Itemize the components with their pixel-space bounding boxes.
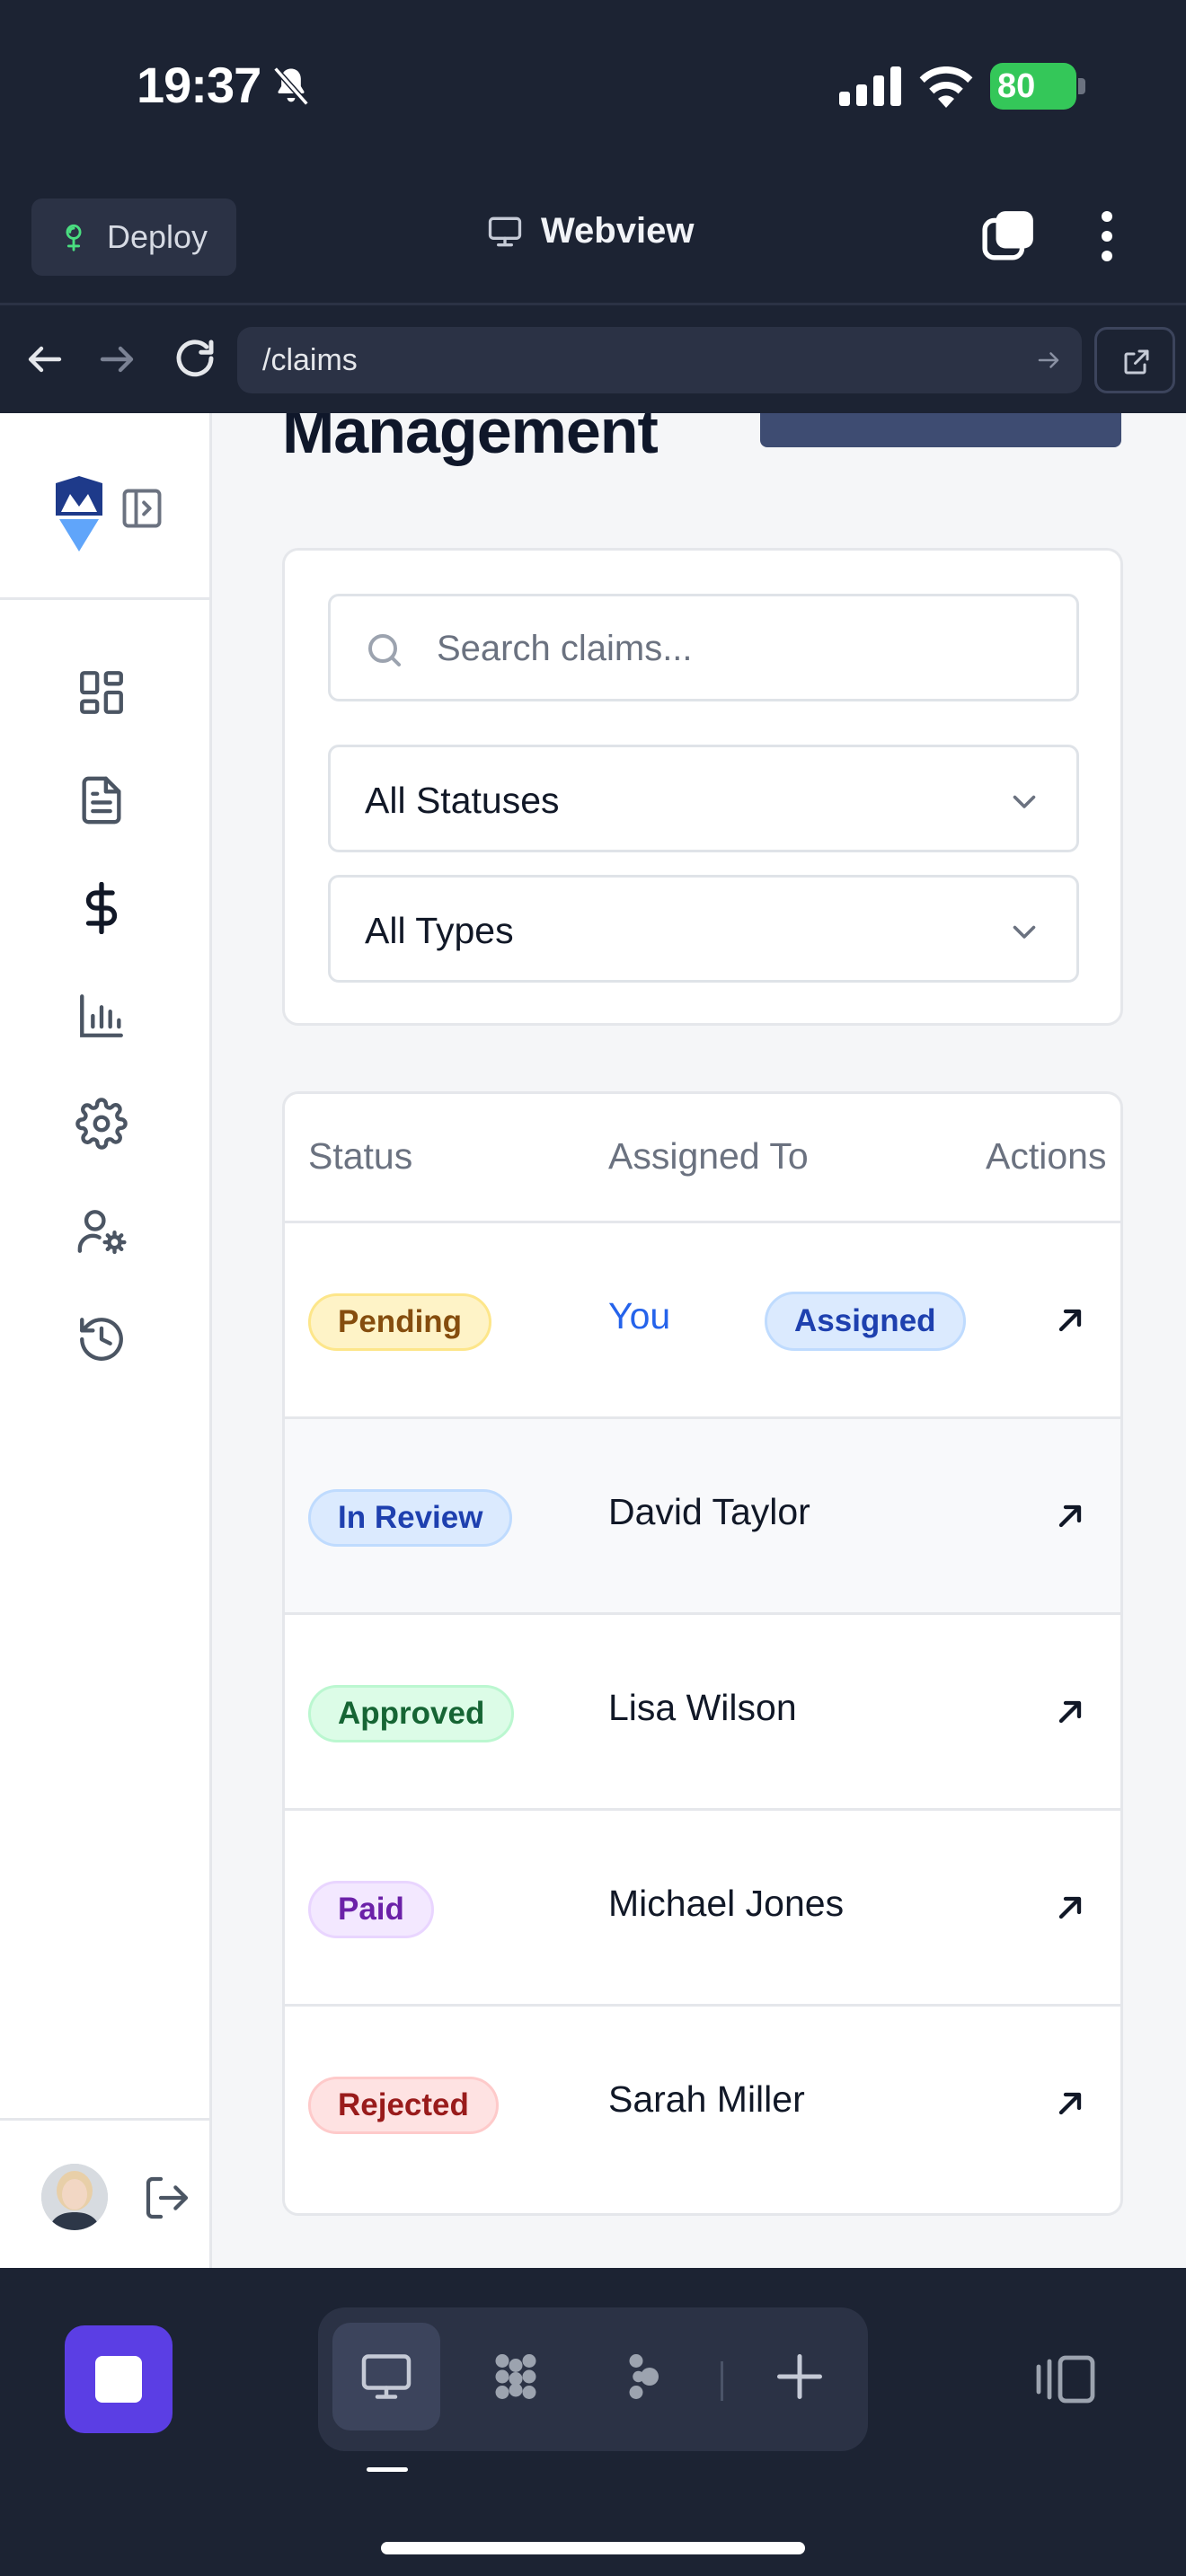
type-filter-value: All Types — [365, 910, 514, 951]
webview-content: Management All Statuses All Types Status — [0, 413, 1186, 2268]
open-arrow-icon[interactable] — [1052, 1890, 1088, 1926]
reload-icon[interactable] — [171, 334, 219, 383]
document-icon[interactable] — [75, 774, 128, 826]
filter-card: All Statuses All Types — [282, 548, 1123, 1026]
status-bar: 19:37 80 — [0, 0, 1186, 175]
chevron-down-icon — [1013, 925, 1036, 939]
assigned-badge: Assigned — [765, 1292, 966, 1351]
stop-icon — [95, 2356, 142, 2403]
table-row[interactable]: Approved Lisa Wilson — [285, 1615, 1120, 1811]
status-badge: Rejected — [308, 2077, 499, 2134]
deploy-icon — [66, 224, 82, 251]
status-time: 19:37 — [137, 57, 261, 113]
battery-cap — [1078, 78, 1085, 94]
user-settings-icon[interactable] — [75, 1205, 128, 1257]
bell-slash-icon — [273, 66, 309, 106]
page-title: Management — [282, 413, 659, 466]
status-badge: In Review — [308, 1489, 513, 1547]
assignee-name: Michael Jones — [608, 1883, 845, 1924]
status-filter-value: All Statuses — [365, 780, 560, 821]
tool-switcher — [318, 2307, 868, 2451]
search-icon — [368, 634, 401, 666]
chart-icon[interactable] — [75, 990, 128, 1042]
app-top-bar: Deploy Webview — [0, 175, 1186, 305]
go-arrow-icon[interactable] — [1035, 347, 1062, 374]
claims-table: Status Assigned To Actions Pending You A… — [282, 1091, 1123, 2216]
search-input[interactable] — [437, 623, 1048, 674]
status-filter-select[interactable]: All Statuses — [328, 745, 1079, 852]
dashboard-icon[interactable] — [75, 666, 128, 719]
chevron-down-icon — [1013, 795, 1036, 808]
bottom-toolbar — [0, 2268, 1186, 2576]
app-logo — [56, 476, 102, 551]
url-text: /claims — [262, 343, 358, 377]
url-bar: /claims — [0, 307, 1186, 413]
column-header-actions: Actions — [986, 1135, 1107, 1177]
deploy-label: Deploy — [107, 218, 208, 255]
avatar[interactable] — [41, 2164, 108, 2230]
main-content: Management All Statuses All Types Status — [212, 413, 1186, 2268]
type-filter-select[interactable]: All Types — [328, 875, 1079, 983]
column-header-assigned-to[interactable]: Assigned To — [608, 1135, 809, 1178]
assignee-name: David Taylor — [608, 1491, 810, 1532]
home-indicator — [381, 2542, 805, 2554]
assignee-name: You — [608, 1295, 671, 1337]
open-arrow-icon[interactable] — [1052, 1694, 1088, 1730]
agent-icon — [629, 2354, 659, 2399]
webview-label: Webview — [541, 211, 695, 251]
external-link-icon — [1124, 349, 1149, 375]
new-claim-button[interactable] — [760, 413, 1121, 447]
apps-tool-button[interactable] — [462, 2323, 570, 2430]
url-field[interactable]: /claims — [237, 327, 1082, 393]
table-row[interactable]: Paid Michael Jones — [285, 1811, 1120, 2007]
layout-icon[interactable] — [1033, 2352, 1098, 2406]
logout-icon[interactable] — [142, 2173, 192, 2223]
sidebar-header — [0, 413, 212, 600]
column-header-status[interactable]: Status — [308, 1135, 412, 1178]
avatar-image — [41, 2164, 108, 2230]
tabs-icon[interactable] — [981, 207, 1037, 263]
more-options-icon[interactable] — [1087, 207, 1127, 265]
status-badge: Paid — [308, 1881, 434, 1938]
dollar-icon[interactable] — [75, 882, 128, 934]
assignee-name: Lisa Wilson — [608, 1687, 797, 1728]
gear-icon[interactable] — [75, 1098, 128, 1150]
battery-level: 80 — [997, 67, 1036, 105]
webview-tool-button[interactable] — [332, 2323, 440, 2430]
toolbar-divider — [721, 2361, 723, 2401]
table-row[interactable]: Pending You Assigned — [285, 1223, 1120, 1419]
status-badge: Approved — [308, 1685, 515, 1742]
open-arrow-icon[interactable] — [1052, 1302, 1088, 1338]
back-arrow-icon[interactable] — [23, 338, 66, 381]
active-tool-indicator — [367, 2467, 408, 2472]
deploy-button[interactable]: Deploy — [31, 198, 236, 276]
signal-icon — [839, 66, 901, 106]
apps-icon — [495, 2354, 536, 2399]
search-field[interactable] — [328, 594, 1079, 701]
forward-arrow-icon[interactable] — [95, 338, 138, 381]
sidebar — [0, 413, 212, 2268]
agent-tool-button[interactable] — [591, 2323, 699, 2430]
add-tool-button[interactable] — [746, 2323, 854, 2430]
webview-tab[interactable]: Webview — [485, 211, 694, 251]
monitor-icon — [361, 2354, 412, 2399]
stop-button[interactable] — [65, 2325, 173, 2433]
history-icon[interactable] — [75, 1313, 128, 1365]
open-external-button[interactable] — [1094, 327, 1175, 393]
open-arrow-icon[interactable] — [1052, 1498, 1088, 1534]
wifi-icon — [919, 66, 973, 108]
status-badge: Pending — [308, 1293, 492, 1351]
table-row[interactable]: In Review David Taylor — [285, 1419, 1120, 1615]
assignee-name: Sarah Miller — [608, 2078, 805, 2120]
battery-indicator: 80 — [990, 63, 1085, 110]
monitor-icon — [488, 216, 522, 246]
sidebar-footer — [0, 2118, 212, 2268]
plus-icon — [777, 2354, 822, 2399]
open-arrow-icon[interactable] — [1052, 2086, 1088, 2122]
sidebar-toggle-icon[interactable] — [119, 485, 165, 532]
table-header: Status Assigned To Actions — [285, 1094, 1120, 1223]
table-row[interactable]: Rejected Sarah Miller — [285, 2007, 1120, 2202]
